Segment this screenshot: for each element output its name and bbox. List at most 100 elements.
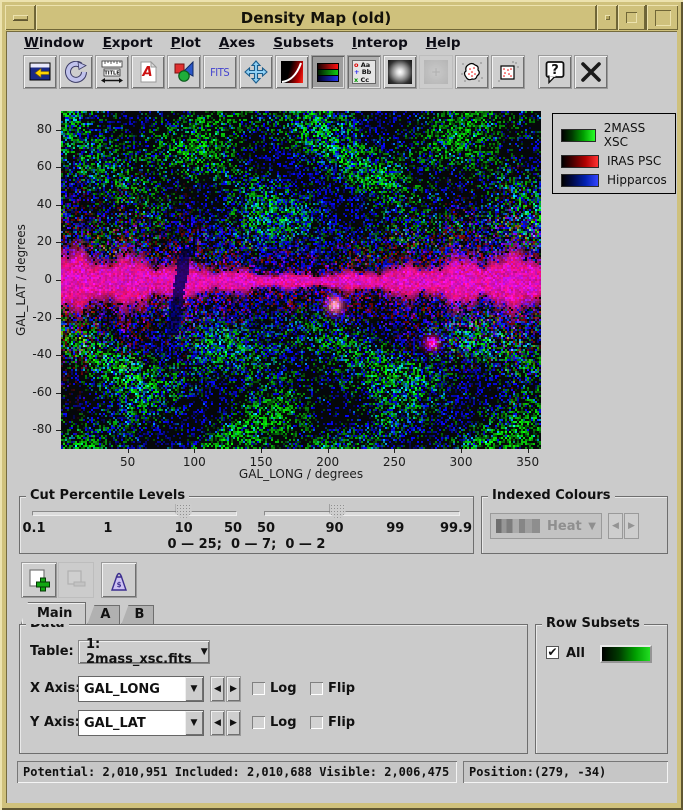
y-tick [56, 242, 61, 243]
maximize-button[interactable] [647, 5, 678, 30]
rgb-mode-toggle[interactable] [311, 55, 345, 89]
tab-b[interactable]: B [121, 605, 154, 624]
density-map-canvas[interactable] [61, 111, 541, 449]
close-button[interactable] [574, 55, 608, 89]
export-pdf-button[interactable]: A [131, 55, 165, 89]
lo-cut-slider-track[interactable] [32, 511, 237, 516]
chevron-down-icon: ▼ [588, 521, 596, 532]
hi-cut-slider-track[interactable] [264, 511, 460, 516]
redraw-icon [65, 61, 87, 83]
y-tick-label: 80 [24, 122, 52, 136]
window-menu-icon [13, 15, 28, 20]
add-dataset-icon [26, 567, 52, 593]
y-axis-label: Y Axis: [30, 715, 80, 730]
y-axis-value[interactable]: GAL_LAT [79, 711, 185, 735]
box-subset-icon [496, 60, 520, 84]
legend-label: Hipparcos [607, 173, 667, 187]
maximize-icon [655, 10, 671, 26]
box-subset-button[interactable] [491, 55, 525, 89]
title-size-button[interactable]: TITLE [95, 55, 129, 89]
window-title: Density Map (old) [36, 5, 596, 30]
x-log-checkbox[interactable] [252, 682, 265, 695]
export-fits-button[interactable]: FITS [203, 55, 237, 89]
toolbar: TITLE A FITS [23, 55, 610, 93]
export-image-button[interactable] [167, 55, 201, 89]
blob-subset-icon [460, 60, 484, 84]
x-tick [528, 449, 529, 453]
table-select[interactable]: 1: 2mass_xsc.fits ▼ [78, 640, 210, 664]
density-map-window: Density Map (old) WindowExportPlotAxesSu… [0, 0, 683, 810]
y-tick [56, 130, 61, 131]
slider-scale-label: 90 [326, 521, 344, 536]
x-axis-next-button[interactable]: ▶ [226, 676, 241, 702]
y-flip-checkbox[interactable] [310, 716, 323, 729]
x-log-label: Log [270, 681, 297, 696]
tab-a[interactable]: A [87, 605, 120, 624]
shade-button[interactable] [597, 5, 617, 30]
menu-bar: WindowExportPlotAxesSubsetsInteropHelp [7, 32, 677, 54]
subset-colour-swatch[interactable] [600, 645, 652, 663]
legend-entry: IRAS PSC [561, 154, 667, 168]
pan-rescale-button[interactable] [239, 55, 273, 89]
x-axis-prev-button[interactable]: ◀ [210, 676, 225, 702]
y-axis-next-button[interactable]: ▶ [226, 710, 241, 736]
x-flip-checkbox[interactable] [310, 682, 323, 695]
menu-export[interactable]: Export [94, 33, 162, 53]
chevron-down-icon[interactable]: ▼ [185, 711, 203, 735]
window-content: WindowExportPlotAxesSubsetsInteropHelp [6, 31, 677, 803]
cut-levels-button[interactable] [275, 55, 309, 89]
x-tick [261, 449, 262, 453]
menu-subsets[interactable]: Subsets [264, 33, 343, 53]
redraw-button[interactable] [59, 55, 93, 89]
svg-text:?: ? [551, 63, 559, 78]
weight-mode-button[interactable]: $ [101, 562, 137, 598]
subset-all-checkbox[interactable]: ✔ [546, 646, 559, 659]
menu-axes[interactable]: Axes [210, 33, 264, 53]
y-log-checkbox[interactable] [252, 716, 265, 729]
plot-panel: 50100150200250300350806040200-20-40-60-8… [7, 96, 678, 494]
cut-levels-icon [281, 61, 303, 83]
y-tick [56, 393, 61, 394]
tab-main[interactable]: Main [21, 602, 86, 624]
y-flip-label: Flip [328, 715, 355, 730]
menu-window[interactable]: Window [15, 33, 94, 53]
y-tick-label: -80 [24, 422, 52, 436]
x-axis-select[interactable]: GAL_LONG ▼ [78, 676, 204, 702]
add-dataset-button[interactable] [21, 562, 57, 598]
window-menu-button[interactable] [5, 5, 35, 30]
hi-cut-slider-thumb[interactable] [330, 504, 346, 520]
y-tick-label: 40 [24, 197, 52, 211]
help-button[interactable]: ? [538, 55, 572, 89]
y-tick-label: -40 [24, 347, 52, 361]
y-axis-select[interactable]: GAL_LAT ▼ [78, 710, 204, 736]
smooth-pixels-button[interactable] [383, 55, 417, 89]
x-tick [128, 449, 129, 453]
y-tick [56, 280, 61, 281]
remove-dataset-icon [63, 567, 89, 593]
y-axis-prev-button[interactable]: ◀ [210, 710, 225, 736]
slider-scale-label: 99.9 [440, 521, 472, 536]
shade-icon [605, 15, 610, 20]
x-axis-value[interactable]: GAL_LONG [79, 677, 185, 701]
minimize-button[interactable] [618, 5, 645, 30]
chevron-down-icon[interactable]: ▼ [185, 677, 203, 701]
x-flip-label: Flip [328, 681, 355, 696]
menu-interop[interactable]: Interop [343, 33, 417, 53]
blob-subset-button[interactable] [455, 55, 489, 89]
menu-plot[interactable]: Plot [162, 33, 210, 53]
x-tick [394, 449, 395, 453]
cut-percentile-group: Cut Percentile Levels 0.111050 50909999.… [19, 496, 474, 554]
lo-cut-slider-thumb[interactable] [176, 504, 192, 520]
colour-map-next-button: ▶ [624, 513, 639, 539]
table-value: 1: 2mass_xsc.fits [86, 637, 192, 667]
image-icon [173, 61, 195, 83]
show-legend-toggle[interactable]: o Aa + Bb x Cc [347, 55, 381, 89]
close-icon [579, 60, 603, 84]
y-tick-label: 0 [24, 272, 52, 286]
slider-scale-label: 50 [257, 521, 275, 536]
menu-help[interactable]: Help [417, 33, 470, 53]
window-control-button[interactable] [23, 55, 57, 89]
svg-text:A: A [141, 65, 152, 80]
svg-text:TITLE: TITLE [104, 71, 120, 77]
colour-map-value: Heat [547, 519, 588, 534]
